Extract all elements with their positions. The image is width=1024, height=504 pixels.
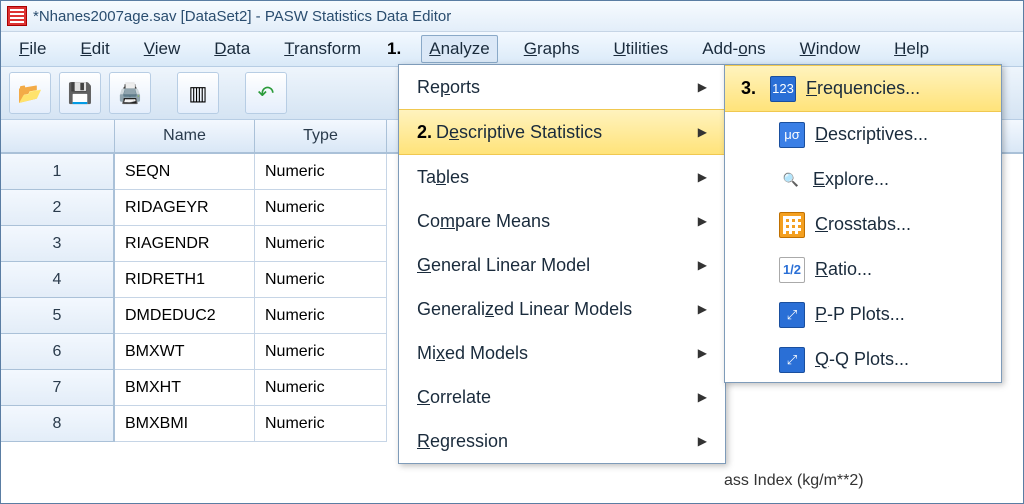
menu-help[interactable]: Help (886, 35, 937, 63)
menu-compare-means[interactable]: Compare Means▶ (399, 199, 725, 243)
step-3-label: 3. (741, 78, 756, 99)
cell-type[interactable]: Numeric (255, 190, 387, 226)
menu-descriptive-statistics[interactable]: 2.Descriptive Statistics ▶ (399, 109, 725, 155)
recall-button[interactable]: ▥ (177, 72, 219, 114)
print-button[interactable]: 🖨️ (109, 72, 151, 114)
row-number[interactable]: 8 (1, 406, 115, 442)
menu-tables[interactable]: Tables▶ (399, 155, 725, 199)
cell-type[interactable]: Numeric (255, 406, 387, 442)
descriptives-icon: μσ (779, 122, 805, 148)
menu-addons[interactable]: Add-ons (694, 35, 773, 63)
row-number[interactable]: 6 (1, 334, 115, 370)
menu-generalized-linear-models[interactable]: Generalized Linear Models▶ (399, 287, 725, 331)
menu-window[interactable]: Window (792, 35, 868, 63)
step-1-label: 1. (387, 39, 401, 59)
cell-type[interactable]: Numeric (255, 334, 387, 370)
cell-name[interactable]: RIAGENDR (115, 226, 255, 262)
cell-name[interactable]: BMXHT (115, 370, 255, 406)
cell-name[interactable]: BMXBMI (115, 406, 255, 442)
cell-name[interactable]: SEQN (115, 154, 255, 190)
menu-analyze[interactable]: Analyze (421, 35, 497, 63)
cell-name[interactable]: BMXWT (115, 334, 255, 370)
arrow-icon: ▶ (698, 346, 707, 360)
cell-name[interactable]: RIDRETH1 (115, 262, 255, 298)
ratio-icon: 1/2 (779, 257, 805, 283)
cell-type[interactable]: Numeric (255, 226, 387, 262)
explore-icon: 🔍 (779, 168, 803, 192)
submenu-ratio[interactable]: 1/2 Ratio... (725, 247, 1001, 292)
qq-plots-icon: ⤢ (779, 347, 805, 373)
row-number[interactable]: 1 (1, 154, 115, 190)
menu-transform[interactable]: Transform (276, 35, 369, 63)
crosstabs-icon (779, 212, 805, 238)
menu-view[interactable]: View (136, 35, 189, 63)
descriptive-stats-submenu: 3. 123 Frequencies... μσ Descriptives...… (724, 64, 1002, 383)
label-bmi-partial: ass Index (kg/m**2) (724, 472, 864, 490)
menu-regression[interactable]: Regression▶ (399, 419, 725, 463)
cell-type[interactable]: Numeric (255, 298, 387, 334)
arrow-icon: ▶ (698, 214, 707, 228)
col-header-type[interactable]: Type (255, 120, 387, 152)
app-window: *Nhanes2007age.sav [DataSet2] - PASW Sta… (0, 0, 1024, 504)
arrow-icon: ▶ (698, 170, 707, 184)
menu-utilities[interactable]: Utilities (605, 35, 676, 63)
submenu-frequencies[interactable]: 3. 123 Frequencies... (725, 65, 1001, 112)
arrow-icon: ▶ (698, 302, 707, 316)
arrow-icon: ▶ (698, 125, 707, 139)
titlebar: *Nhanes2007age.sav [DataSet2] - PASW Sta… (1, 1, 1023, 32)
arrow-icon: ▶ (698, 80, 707, 94)
menu-edit[interactable]: Edit (72, 35, 117, 63)
cell-type[interactable]: Numeric (255, 370, 387, 406)
row-number[interactable]: 5 (1, 298, 115, 334)
cell-name[interactable]: DMDEDUC2 (115, 298, 255, 334)
submenu-pp-plots[interactable]: ⤢ P-P Plots... (725, 292, 1001, 337)
cell-type[interactable]: Numeric (255, 262, 387, 298)
cell-name[interactable]: RIDAGEYR (115, 190, 255, 226)
menu-general-linear-model[interactable]: General Linear Model▶ (399, 243, 725, 287)
app-icon (7, 6, 27, 26)
submenu-explore[interactable]: 🔍 Explore... (725, 157, 1001, 202)
menu-file[interactable]: File (11, 35, 54, 63)
pp-plots-icon: ⤢ (779, 302, 805, 328)
row-number[interactable]: 7 (1, 370, 115, 406)
row-number[interactable]: 2 (1, 190, 115, 226)
row-number[interactable]: 3 (1, 226, 115, 262)
arrow-icon: ▶ (698, 390, 707, 404)
analyze-dropdown: Reports▶ 2.Descriptive Statistics ▶ Tabl… (398, 64, 726, 464)
window-title: *Nhanes2007age.sav [DataSet2] - PASW Sta… (33, 8, 451, 25)
menubar: File Edit View Data Transform 1. Analyze… (1, 32, 1023, 67)
menu-graphs[interactable]: Graphs (516, 35, 588, 63)
menu-data[interactable]: Data (206, 35, 258, 63)
submenu-crosstabs[interactable]: Crosstabs... (725, 202, 1001, 247)
step-2-label: 2. (417, 122, 432, 142)
col-header-name[interactable]: Name (115, 120, 255, 152)
row-number[interactable]: 4 (1, 262, 115, 298)
save-button[interactable]: 💾 (59, 72, 101, 114)
arrow-icon: ▶ (698, 434, 707, 448)
frequencies-icon: 123 (770, 76, 796, 102)
submenu-qq-plots[interactable]: ⤢ Q-Q Plots... (725, 337, 1001, 382)
menu-reports[interactable]: Reports▶ (399, 65, 725, 109)
cell-type[interactable]: Numeric (255, 154, 387, 190)
undo-button[interactable]: ↶ (245, 72, 287, 114)
menu-correlate[interactable]: Correlate▶ (399, 375, 725, 419)
open-button[interactable]: 📂 (9, 72, 51, 114)
menu-mixed-models[interactable]: Mixed Models▶ (399, 331, 725, 375)
submenu-descriptives[interactable]: μσ Descriptives... (725, 112, 1001, 157)
row-header-spacer (1, 120, 115, 152)
arrow-icon: ▶ (698, 258, 707, 272)
